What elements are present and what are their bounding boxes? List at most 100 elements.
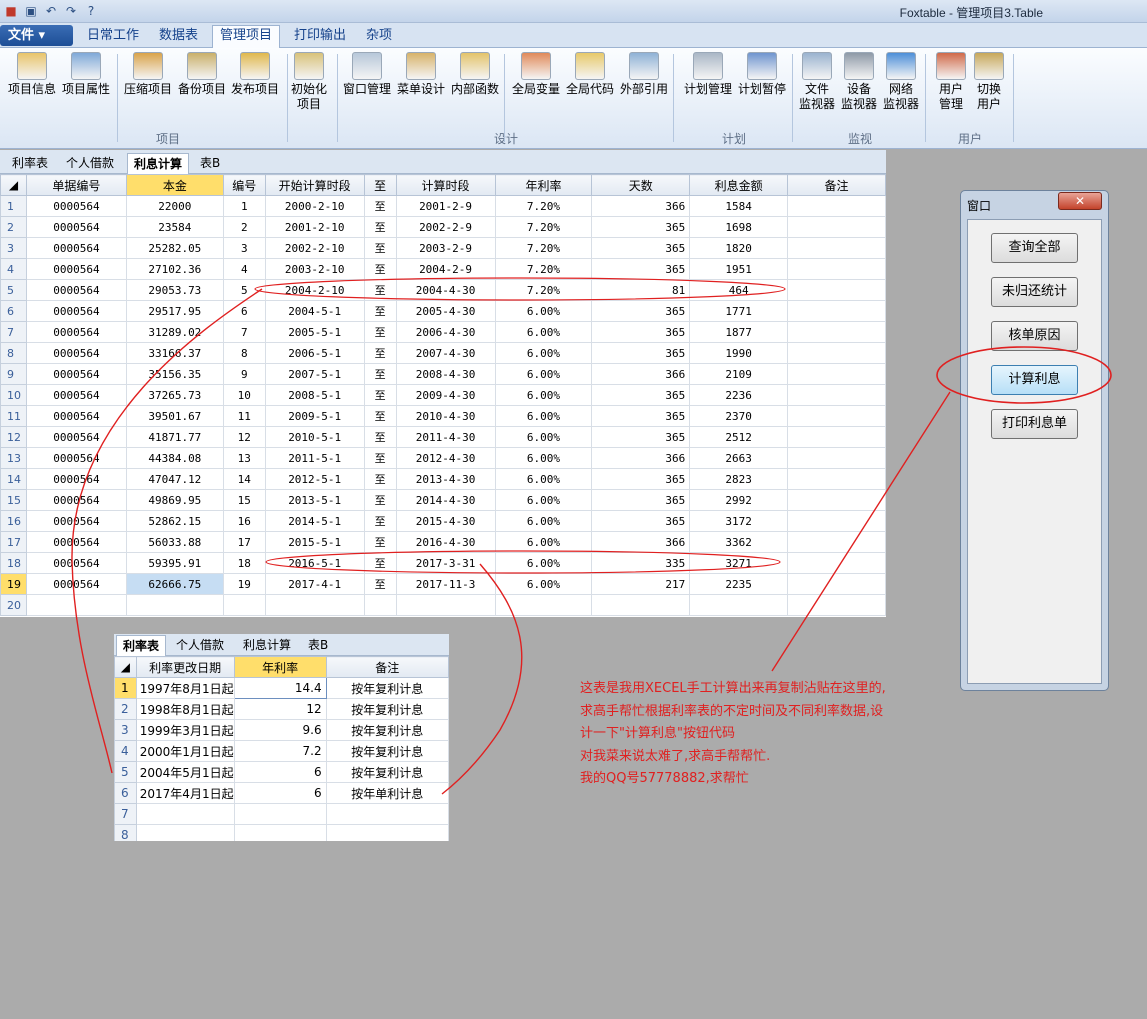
table-cell[interactable] bbox=[395, 594, 496, 616]
table-cell[interactable]: 8 bbox=[222, 342, 266, 364]
column-header[interactable]: 至 bbox=[363, 174, 397, 196]
table-row[interactable]: 10 0000564 37265.73 10 2008-5-1 至 2009-4-30 6.0… bbox=[0, 384, 886, 406]
row-number[interactable]: 4 bbox=[114, 740, 137, 762]
column-header[interactable]: 天数 bbox=[591, 174, 691, 196]
table-cell[interactable]: 18 bbox=[222, 552, 266, 574]
table-cell[interactable]: 2010-5-1 bbox=[264, 426, 365, 448]
table-cell[interactable]: 2001-2-9 bbox=[395, 195, 496, 217]
table-cell[interactable]: 6.00% bbox=[494, 405, 593, 427]
ribbon-button-external-reference[interactable]: 外部引用 bbox=[618, 52, 670, 97]
table-cell[interactable]: 3362 bbox=[689, 531, 789, 553]
row-number[interactable]: 3 bbox=[114, 719, 137, 741]
table-row[interactable]: 17 0000564 56033.88 17 2015-5-1 至 2016-4-30 6.0… bbox=[0, 531, 886, 553]
table-cell[interactable] bbox=[222, 594, 266, 616]
table-cell[interactable]: 31289.02 bbox=[125, 321, 224, 343]
ribbon-button-menu-design[interactable]: 菜单设计 bbox=[395, 52, 447, 97]
ribbon-button-network-monitor[interactable]: 网络 监视器 bbox=[881, 52, 921, 112]
row-number[interactable]: 18 bbox=[0, 552, 27, 574]
row-number[interactable]: 7 bbox=[0, 321, 27, 343]
row-number[interactable]: 5 bbox=[114, 761, 137, 783]
table-row[interactable]: 2 0000564 23584 2 2001-2-10 至 2002-2-9 7.20% 365… bbox=[0, 216, 886, 238]
undo-icon[interactable]: ↶ bbox=[43, 3, 59, 19]
table-row[interactable]: 8 bbox=[114, 824, 449, 841]
table-row[interactable]: 6 0000564 29517.95 6 2004-5-1 至 2005-4-30 6.00%… bbox=[0, 300, 886, 322]
table-cell[interactable]: 7.20% bbox=[494, 258, 593, 280]
table-cell[interactable]: 1999年3月1日起 bbox=[135, 719, 235, 741]
table-cell[interactable]: 2000年1月1日起 bbox=[135, 740, 235, 762]
table-cell[interactable]: 至 bbox=[363, 321, 397, 343]
table-cell[interactable]: 6.00% bbox=[494, 384, 593, 406]
tab-rate-table[interactable]: 利率表 bbox=[116, 635, 167, 656]
table-cell[interactable]: 2007-5-1 bbox=[264, 363, 365, 385]
column-header[interactable]: 年利率 bbox=[233, 656, 327, 678]
table-cell[interactable] bbox=[591, 594, 691, 616]
table-row[interactable]: 15 0000564 49869.95 15 2013-5-1 至 2014-4-30 6.0… bbox=[0, 489, 886, 511]
table-cell[interactable]: 12 bbox=[222, 426, 266, 448]
ribbon-button-internal-function[interactable]: 内部函数 bbox=[449, 52, 501, 97]
table-cell[interactable]: 1990 bbox=[689, 342, 789, 364]
tab-personal-loan[interactable]: 个人借款 bbox=[60, 153, 120, 174]
ribbon-button-device-monitor[interactable]: 设备 监视器 bbox=[839, 52, 879, 112]
table-cell[interactable]: 0000564 bbox=[25, 342, 127, 364]
table-cell[interactable]: 9.6 bbox=[233, 719, 327, 741]
table-cell[interactable]: 0000564 bbox=[25, 552, 127, 574]
table-cell[interactable] bbox=[787, 573, 886, 595]
row-number[interactable]: 2 bbox=[0, 216, 27, 238]
table-cell[interactable]: 0000564 bbox=[25, 384, 127, 406]
row-number[interactable]: 1 bbox=[114, 677, 137, 699]
table-row[interactable]: 19 0000564 62666.75 19 2017-4-1 至 2017-11-3 6.0… bbox=[0, 573, 886, 595]
table-cell[interactable]: 按年复利计息 bbox=[325, 719, 449, 741]
table-cell[interactable]: 1951 bbox=[689, 258, 789, 280]
table-cell[interactable]: 11 bbox=[222, 405, 266, 427]
table-cell[interactable]: 3172 bbox=[689, 510, 789, 532]
table-cell[interactable]: 7 bbox=[222, 321, 266, 343]
table-cell[interactable]: 39501.67 bbox=[125, 405, 224, 427]
table-cell[interactable]: 2004-2-9 bbox=[395, 258, 496, 280]
table-cell[interactable]: 2011-5-1 bbox=[264, 447, 365, 469]
table-cell[interactable]: 1 bbox=[222, 195, 266, 217]
table-cell[interactable] bbox=[787, 594, 886, 616]
table-cell[interactable] bbox=[787, 342, 886, 364]
table-cell[interactable] bbox=[787, 237, 886, 259]
table-row[interactable]: 5 0000564 29053.73 5 2004-2-10 至 2004-4-30 7.20… bbox=[0, 279, 886, 301]
table-cell[interactable]: 至 bbox=[363, 195, 397, 217]
table-cell[interactable]: 6.00% bbox=[494, 300, 593, 322]
ribbon-button-window-manager[interactable]: 窗口管理 bbox=[341, 52, 393, 97]
grid-corner[interactable]: ◢ bbox=[114, 656, 137, 678]
table-cell[interactable]: 365 bbox=[591, 426, 691, 448]
table-cell[interactable]: 37265.73 bbox=[125, 384, 224, 406]
table-cell[interactable]: 2009-5-1 bbox=[264, 405, 365, 427]
row-number[interactable]: 15 bbox=[0, 489, 27, 511]
table-cell[interactable]: 至 bbox=[363, 363, 397, 385]
table-cell[interactable]: 0000564 bbox=[25, 426, 127, 448]
print-interest-button[interactable]: 打印利息单 bbox=[991, 409, 1078, 439]
table-cell[interactable]: 0000564 bbox=[25, 216, 127, 238]
query-all-button[interactable]: 查询全部 bbox=[991, 233, 1078, 263]
table-cell[interactable] bbox=[135, 824, 235, 841]
ribbon-button-compress-project[interactable]: 压缩项目 bbox=[122, 52, 174, 97]
row-number[interactable]: 10 bbox=[0, 384, 27, 406]
table-cell[interactable]: 按年复利计息 bbox=[325, 761, 449, 783]
table-row[interactable]: 9 0000564 35156.35 9 2007-5-1 至 2008-4-30 6.00%… bbox=[0, 363, 886, 385]
table-cell[interactable]: 464 bbox=[689, 279, 789, 301]
ribbon-button-backup-project[interactable]: 备份项目 bbox=[176, 52, 228, 97]
table-row[interactable]: 3 1999年3月1日起 9.6 按年复利计息 bbox=[114, 719, 449, 741]
table-cell[interactable]: 2003-2-10 bbox=[264, 258, 365, 280]
table-cell[interactable] bbox=[325, 803, 449, 825]
table-cell[interactable]: 至 bbox=[363, 426, 397, 448]
table-cell[interactable] bbox=[689, 594, 789, 616]
table-cell[interactable]: 14.4 bbox=[233, 677, 327, 699]
table-row[interactable]: 1 0000564 22000 1 2000-2-10 至 2001-2-9 7.20% 366… bbox=[0, 195, 886, 217]
table-cell[interactable]: 按年单利计息 bbox=[325, 782, 449, 804]
table-cell[interactable]: 0000564 bbox=[25, 447, 127, 469]
table-cell[interactable] bbox=[787, 195, 886, 217]
table-cell[interactable]: 2014-5-1 bbox=[264, 510, 365, 532]
table-cell[interactable]: 2011-4-30 bbox=[395, 426, 496, 448]
table-cell[interactable]: 6.00% bbox=[494, 573, 593, 595]
tab-daily-work[interactable]: 日常工作 bbox=[80, 27, 146, 48]
table-row[interactable]: 7 bbox=[114, 803, 449, 825]
table-row[interactable]: 16 0000564 52862.15 16 2014-5-1 至 2015-4-30 6.0… bbox=[0, 510, 886, 532]
table-cell[interactable] bbox=[787, 216, 886, 238]
tab-manage-project[interactable]: 管理项目 bbox=[212, 25, 281, 48]
table-cell[interactable]: 2823 bbox=[689, 468, 789, 490]
